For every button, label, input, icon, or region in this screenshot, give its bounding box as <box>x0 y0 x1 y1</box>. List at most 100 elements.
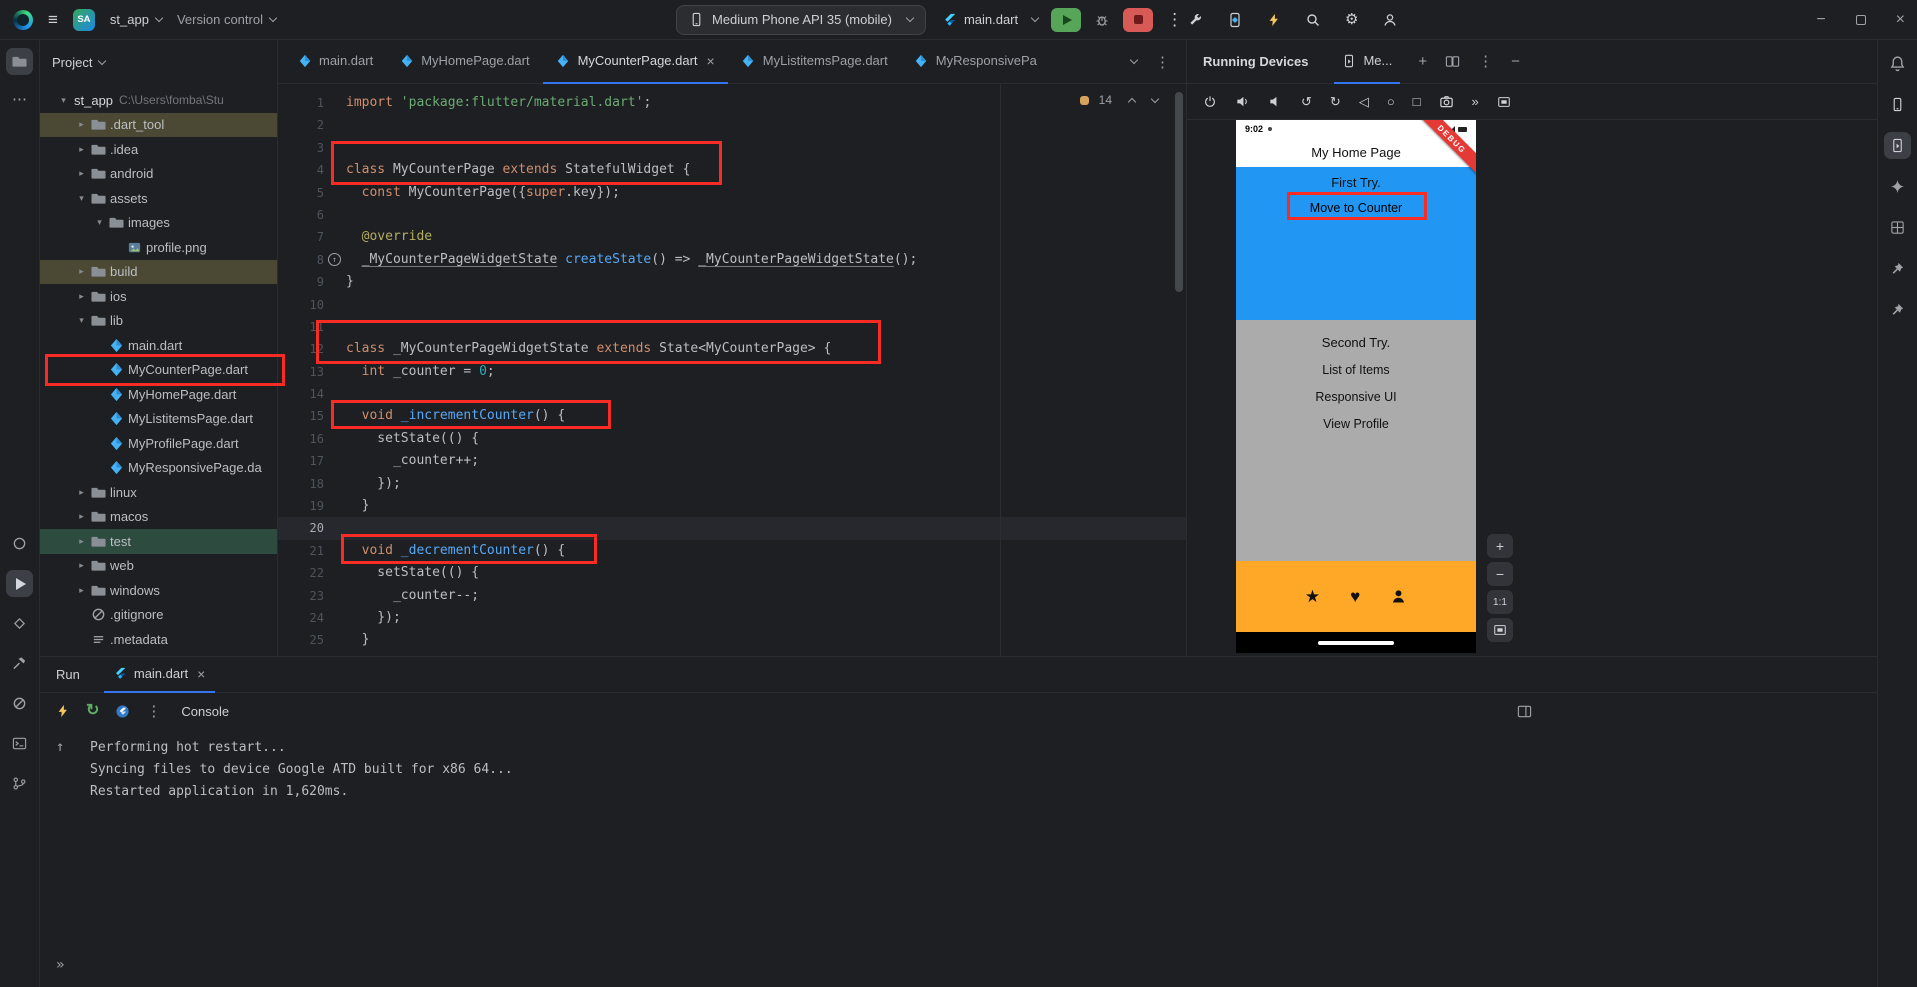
tree-item-build[interactable]: ▸ build <box>40 259 277 284</box>
run-tool-icon[interactable] <box>6 570 33 597</box>
code-line-16[interactable]: 16 setState(() { <box>278 428 1186 450</box>
run-tab-main-dart[interactable]: main.dart × <box>103 657 216 693</box>
prev-problem-icon[interactable] <box>1127 97 1137 106</box>
code-line-11[interactable]: 11 <box>278 316 1186 338</box>
tree-item-mylistitemspage-dart[interactable]: MyListitemsPage.dart <box>40 407 277 432</box>
tree-expand-icon[interactable]: ▸ <box>74 266 89 277</box>
tree-expand-icon[interactable]: ▸ <box>74 144 89 155</box>
device-manager-icon[interactable] <box>1884 91 1911 118</box>
editor-layout-icon[interactable] <box>1517 704 1532 719</box>
person-nav-icon[interactable] <box>1390 588 1407 605</box>
emulator-screen[interactable]: 9:02 My Home Page First Try. Move to Cou… <box>1236 120 1476 653</box>
code-line-10[interactable]: 10 <box>278 294 1186 316</box>
search-icon[interactable] <box>1305 12 1321 28</box>
run-config-selector[interactable]: main.dart <box>943 12 1040 27</box>
tree-item-android[interactable]: ▸ android <box>40 162 277 187</box>
code-line-19[interactable]: 19 } <box>278 495 1186 517</box>
app-inspection-icon[interactable] <box>6 530 33 557</box>
code-line-1[interactable]: 1 import 'package:flutter/material.dart'; <box>278 92 1186 114</box>
code-line-6[interactable]: 6 <box>278 204 1186 226</box>
device-explorer-icon[interactable] <box>6 610 33 637</box>
running-devices-icon[interactable] <box>1884 132 1911 159</box>
minimize-window-icon[interactable]: − <box>1816 11 1825 28</box>
zoom-reset-button[interactable]: 1:1 <box>1487 590 1513 614</box>
expand-console-icon[interactable]: » <box>56 957 64 973</box>
tree-item-web[interactable]: ▸ web <box>40 554 277 579</box>
device-selector[interactable]: Medium Phone API 35 (mobile) <box>676 4 926 35</box>
code-line-20[interactable]: 20 <box>278 517 1186 540</box>
zoom-out-button[interactable]: − <box>1487 562 1513 586</box>
heart-nav-icon[interactable]: ♥ <box>1350 588 1360 605</box>
tree-item--gitignore[interactable]: .gitignore <box>40 603 277 628</box>
editor-tab-mycounterpage-dart[interactable]: MyCounterPage.dart × <box>542 40 728 84</box>
phone-menu-item-list-of-items[interactable]: List of Items <box>1236 363 1476 377</box>
project-panel-header[interactable]: Project <box>40 40 277 84</box>
code-line-22[interactable]: 22 setState(() { <box>278 562 1186 584</box>
main-menu-icon[interactable]: ≡ <box>48 11 58 28</box>
tree-item--dart-tool[interactable]: ▸ .dart_tool <box>40 112 277 137</box>
tree-expand-icon[interactable]: ▸ <box>74 168 89 179</box>
close-tab-icon[interactable]: × <box>707 54 715 68</box>
tree-collapse-icon[interactable]: ▾ <box>56 95 71 106</box>
tree-expand-icon[interactable]: ▸ <box>74 487 89 498</box>
add-device-icon[interactable]: + <box>1418 54 1427 69</box>
flutter-tools-icon[interactable] <box>115 704 130 719</box>
tree-item--idea[interactable]: ▸ .idea <box>40 137 277 162</box>
volume-up-icon[interactable] <box>1235 94 1250 109</box>
split-panel-icon[interactable] <box>1445 54 1460 69</box>
notifications-bell-icon[interactable] <box>1884 50 1911 77</box>
project-selector[interactable]: st_app <box>110 12 164 27</box>
console-tab-label[interactable]: Console <box>181 704 229 719</box>
tab-list-chevron-icon[interactable] <box>1129 55 1139 65</box>
tree-expand-icon[interactable]: ▸ <box>74 585 89 596</box>
code-line-5[interactable]: 5 const MyCounterPage({super.key}); <box>278 182 1186 204</box>
tree-item-linux[interactable]: ▸ linux <box>40 480 277 505</box>
star-nav-icon[interactable]: ★ <box>1305 588 1320 605</box>
console-output[interactable]: ↑ » Performing hot restart... Syncing fil… <box>40 729 1877 987</box>
gemini-icon[interactable] <box>1884 173 1911 200</box>
tree-root-row[interactable]: ▾ st_app C:\Users\fomba\Stu <box>40 88 277 113</box>
tree-item-test[interactable]: ▸ test <box>40 529 277 554</box>
scroll-to-top-icon[interactable]: ↑ <box>56 739 64 755</box>
code-line-23[interactable]: 23 _counter--; <box>278 585 1186 607</box>
device-flutter-icon[interactable] <box>1227 12 1243 28</box>
android-studio-logo-icon[interactable] <box>13 9 33 30</box>
tree-expand-icon[interactable]: ▸ <box>74 119 89 130</box>
move-to-counter-button[interactable]: Move to Counter <box>1300 199 1412 217</box>
tree-collapse-icon[interactable]: ▾ <box>74 315 89 326</box>
editor-tab-main-dart[interactable]: main.dart <box>284 40 386 84</box>
version-control-menu[interactable]: Version control <box>177 12 278 27</box>
tree-item-lib[interactable]: ▾ lib <box>40 309 277 334</box>
tree-item-windows[interactable]: ▸ windows <box>40 578 277 603</box>
code-line-9[interactable]: 9} <box>278 271 1186 293</box>
tree-collapse-icon[interactable]: ▾ <box>92 217 107 228</box>
code-line-14[interactable]: 14 <box>278 383 1186 405</box>
tree-item-ios[interactable]: ▸ ios <box>40 284 277 309</box>
tree-expand-icon[interactable]: ▸ <box>74 511 89 522</box>
device-tab[interactable]: Me... <box>1334 40 1401 84</box>
overview-icon[interactable]: □ <box>1413 95 1421 108</box>
editor-scrollbar[interactable] <box>1175 92 1183 292</box>
inspections-widget[interactable]: 14 <box>1079 93 1160 107</box>
tree-item-mycounterpage-dart[interactable]: MyCounterPage.dart <box>40 358 277 383</box>
maximize-window-icon[interactable] <box>1855 14 1866 25</box>
hot-restart-icon[interactable]: ↻ <box>86 703 99 719</box>
fit-screen-icon[interactable] <box>1497 95 1511 109</box>
tree-item-myhomepage-dart[interactable]: MyHomePage.dart <box>40 382 277 407</box>
problems-icon[interactable] <box>6 690 33 717</box>
tree-item-macos[interactable]: ▸ macos <box>40 505 277 530</box>
tree-collapse-icon[interactable]: ▾ <box>74 193 89 204</box>
home-indicator[interactable] <box>1318 641 1394 645</box>
tree-item-images[interactable]: ▾ images <box>40 211 277 236</box>
editor-tab-mylistitemspage-dart[interactable]: MyListitemsPage.dart <box>728 40 901 84</box>
settings-gear-icon[interactable]: ⚙ <box>1345 12 1358 27</box>
home-icon[interactable]: ○ <box>1387 95 1395 108</box>
code-line-17[interactable]: 17 _counter++; <box>278 450 1186 472</box>
tab-options-icon[interactable]: ⋮ <box>1155 53 1170 71</box>
run-button[interactable] <box>1051 7 1082 32</box>
volume-down-icon[interactable] <box>1268 94 1283 109</box>
rotate-right-icon[interactable]: ↻ <box>1330 95 1341 108</box>
code-line-4[interactable]: 4 class MyCounterPage extends StatefulWid… <box>278 159 1186 181</box>
hide-panel-icon[interactable]: − <box>1511 54 1520 69</box>
code-line-25[interactable]: 25 } <box>278 629 1186 651</box>
